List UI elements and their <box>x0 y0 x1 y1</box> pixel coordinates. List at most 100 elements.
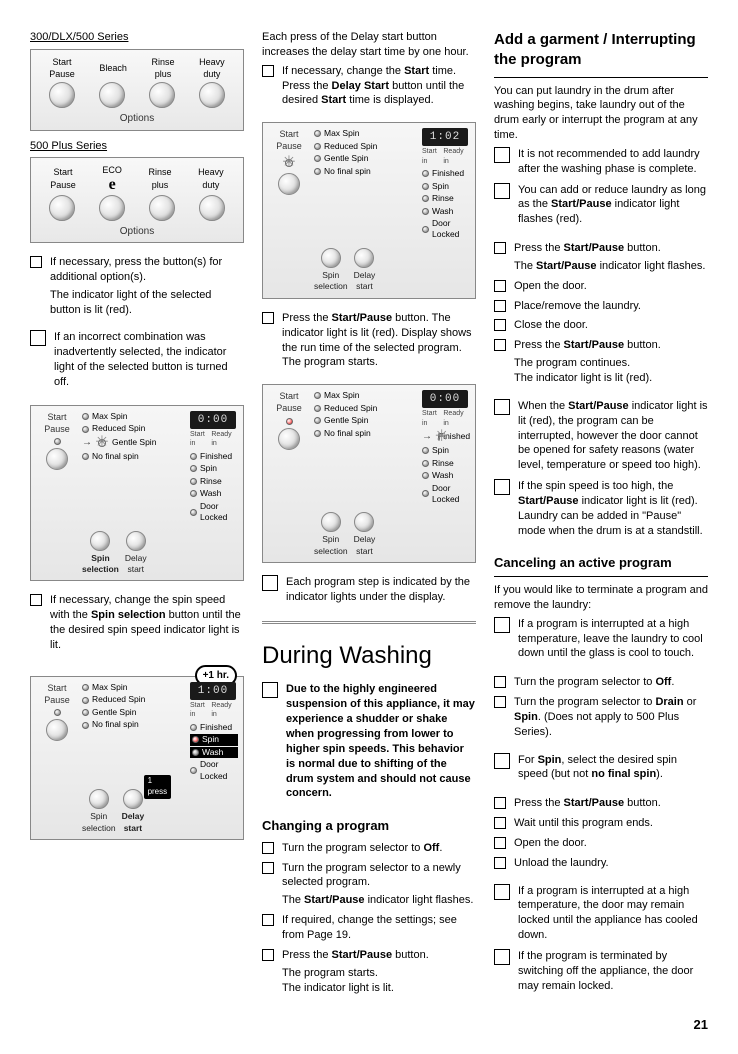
knob-icon <box>278 173 300 195</box>
list-item: Turn the program selector to Off. <box>494 675 708 690</box>
list-item: When the Start/Pause indicator light is … <box>494 399 708 473</box>
btn-label: Start Pause <box>49 56 75 80</box>
btn-label: Heavy duty <box>198 166 224 190</box>
list-item: If required, change the settings; see fr… <box>262 913 476 943</box>
knob-icon <box>321 512 341 532</box>
knob-icon <box>46 448 68 470</box>
list-item: For Spin, select the desired spin speed … <box>494 753 708 783</box>
options-label: Options <box>37 225 237 239</box>
knob-icon <box>89 789 109 809</box>
heading-canceling-program: Canceling an active program <box>494 554 708 572</box>
eco-label: ECOe <box>102 164 122 192</box>
knob-icon <box>149 82 175 108</box>
knob-icon <box>199 195 225 221</box>
list-item: Press the Start/Pause button.The program… <box>262 948 476 996</box>
note-list: If a program is interrupted at a high te… <box>494 617 708 668</box>
btn-label: Rinse plus <box>149 166 172 190</box>
list-item: It is not recommended to add laundry aft… <box>494 147 708 177</box>
section-divider <box>262 621 476 624</box>
time-display: 1:00 <box>190 682 236 700</box>
knob-icon <box>49 195 75 221</box>
list-item: You can add or reduce laundry as long as… <box>494 183 708 228</box>
knob-icon <box>123 789 143 809</box>
list-item: Due to the highly engineered suspension … <box>262 682 476 801</box>
step-list: If necessary, change the Start time. Pre… <box>262 64 476 114</box>
list-item: If an incorrect combination was inadvert… <box>30 330 244 389</box>
step-list: Press the Start/Pause button. Wait until… <box>494 796 708 875</box>
list-item: Turn the program selector to a newly sel… <box>262 861 476 909</box>
knob-icon <box>199 82 225 108</box>
list-item: Press the Start/Pause button.The Start/P… <box>494 241 708 274</box>
knob-icon <box>149 195 175 221</box>
list-item: Open the door. <box>494 279 708 294</box>
list-item: If necessary, press the button(s) for ad… <box>30 255 244 317</box>
page-number: 21 <box>30 1016 708 1034</box>
sun-icon <box>282 156 296 170</box>
list-item: Unload the laundry. <box>494 856 708 871</box>
sun-icon <box>95 436 109 450</box>
knob-icon <box>46 719 68 741</box>
step-list: Press the Start/Pause button. The indica… <box>262 311 476 375</box>
knob-icon <box>354 248 374 268</box>
list-item: Press the Start/Pause button. The indica… <box>262 311 476 370</box>
list-item: If a program is interrupted at a high te… <box>494 617 708 662</box>
list-item: Turn the program selector to Drain or Sp… <box>494 695 708 740</box>
time-display: 1:02 <box>422 128 468 146</box>
column-3: Add a garment / Interrupting the program… <box>494 30 708 1004</box>
indicator-icon <box>54 438 61 445</box>
note-list: Due to the highly engineered suspension … <box>262 682 476 807</box>
indicator-on-icon <box>286 418 293 425</box>
knob-icon <box>99 195 125 221</box>
btn-label: Start Pause <box>50 166 76 190</box>
heading-changing-program: Changing a program <box>262 817 476 835</box>
knob-icon <box>90 531 110 551</box>
options-label: Options <box>37 112 237 126</box>
knob-icon <box>278 428 300 450</box>
list-item: Press the Start/Pause button. <box>494 796 708 811</box>
time-display: 0:00 <box>190 411 236 429</box>
time-display: 0:00 <box>422 390 468 408</box>
list-item: If a program is interrupted at a high te… <box>494 884 708 943</box>
knob-icon <box>126 531 146 551</box>
list-item: Wait until this program ends. <box>494 816 708 831</box>
panel-500plus: Start Pause ECOe Rinse plus Heavy duty O… <box>30 157 244 243</box>
heading-add-garment: Add a garment / Interrupting the program <box>494 30 708 71</box>
knob-icon <box>321 248 341 268</box>
intro-text: Each press of the Delay start button inc… <box>262 30 476 60</box>
note-list: For Spin, select the desired spin speed … <box>494 753 708 789</box>
knob-icon <box>99 82 125 108</box>
list-item: If the program is terminated by switchin… <box>494 949 708 994</box>
press-flag: 1 press <box>144 775 172 799</box>
list-item: Place/remove the laundry. <box>494 299 708 314</box>
step-list: Turn the program selector to Off. Turn t… <box>494 675 708 744</box>
intro-text: You can put laundry in the drum after wa… <box>494 84 708 143</box>
step-list: Turn the program selector to Off. Turn t… <box>262 841 476 1001</box>
series-label-500plus: 500 Plus Series <box>30 139 244 154</box>
step-list: If necessary, change the spin speed with… <box>30 593 244 657</box>
list-item: Turn the program selector to Off. <box>262 841 476 856</box>
panel-300dlx500: Start Pause Bleach Rinse plus Heavy duty… <box>30 49 244 131</box>
indicator-icon <box>54 709 61 716</box>
btn-label: Rinse plus <box>152 56 175 80</box>
column-1: 300/DLX/500 Series Start Pause Bleach Ri… <box>30 30 244 1004</box>
control-panel-display-4: Start Pause Max Spin Reduced Spin Gentle… <box>262 384 476 563</box>
list-item: If necessary, change the Start time. Pre… <box>262 64 476 109</box>
note-list: If an incorrect combination was inadvert… <box>30 330 244 395</box>
heading-during-washing: During Washing <box>262 640 476 672</box>
note-list: It is not recommended to add laundry aft… <box>494 147 708 233</box>
column-2: Each press of the Delay start button inc… <box>262 30 476 1004</box>
step-list: Press the Start/Pause button.The Start/P… <box>494 241 708 391</box>
list-item: Press the Start/Pause button.The program… <box>494 338 708 386</box>
list-item: If necessary, change the spin speed with… <box>30 593 244 652</box>
control-panel-display-2: +1 hr. Start Pause Max Spin Reduced Spin… <box>30 676 244 840</box>
control-panel-display-3: Start Pause Max Spin Reduced Spin Gentle… <box>262 122 476 299</box>
btn-label: Bleach <box>99 62 127 74</box>
series-label-300: 300/DLX/500 Series <box>30 30 244 45</box>
list-item: If the spin speed is too high, the Start… <box>494 479 708 538</box>
list-item: Open the door. <box>494 836 708 851</box>
list-item: Close the door. <box>494 318 708 333</box>
step-list: If necessary, press the button(s) for ad… <box>30 255 244 322</box>
note-list: When the Start/Pause indicator light is … <box>494 399 708 545</box>
knob-icon <box>49 82 75 108</box>
note-list: If a program is interrupted at a high te… <box>494 884 708 1000</box>
